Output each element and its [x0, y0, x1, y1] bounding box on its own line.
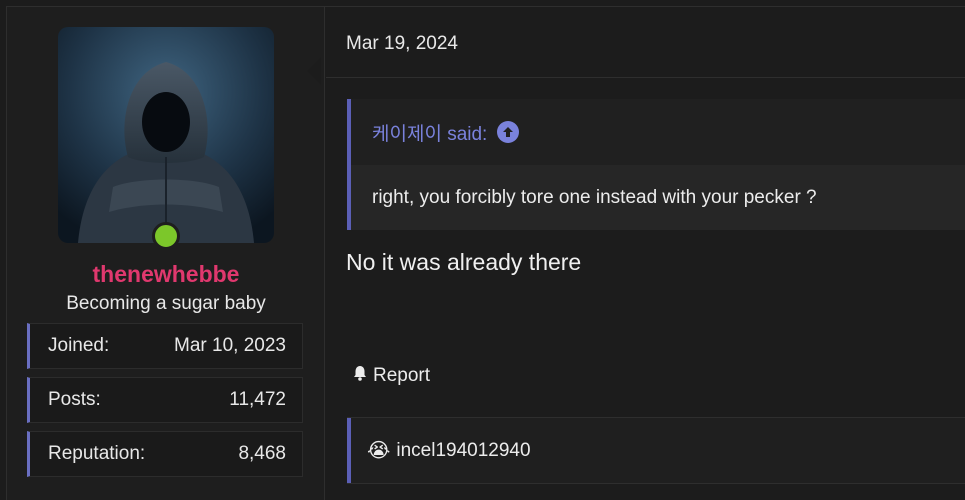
post-arrow — [307, 57, 321, 85]
post-date[interactable]: Mar 19, 2024 — [346, 33, 458, 55]
online-status-indicator — [152, 222, 180, 250]
arrow-up-circle-icon[interactable] — [497, 121, 520, 143]
stat-joined: Joined: Mar 10, 2023 — [27, 323, 303, 369]
report-label: Report — [373, 365, 431, 386]
quote-block: 케이제이 said: right, you forcibly tore one … — [347, 99, 965, 230]
forum-post: thenewhebbe Becoming a sugar baby Joined… — [6, 6, 965, 500]
hooded-figure-image — [58, 27, 274, 243]
bell-icon — [351, 364, 369, 388]
divider — [347, 483, 965, 484]
quote-author[interactable]: 케이제이 said: — [372, 119, 487, 146]
user-sidebar: thenewhebbe Becoming a sugar baby Joined… — [7, 7, 325, 500]
stat-reputation: Reputation: 8,468 — [27, 431, 303, 477]
report-button[interactable]: Report — [351, 364, 430, 388]
stat-value: Mar 10, 2023 — [174, 335, 286, 356]
reaction-users[interactable]: incel194012940 — [396, 440, 530, 462]
stat-posts: Posts: 11,472 — [27, 377, 303, 423]
quote-header[interactable]: 케이제이 said: — [351, 99, 965, 165]
quote-text: right, you forcibly tore one instead wit… — [351, 165, 965, 230]
stat-label: Reputation: — [48, 443, 146, 464]
stat-value: 8,468 — [238, 443, 286, 464]
post-content: Mar 19, 2024 케이제이 said: right, you forci… — [326, 7, 965, 500]
stat-label: Posts: — [48, 389, 101, 410]
stat-value: 11,472 — [229, 389, 286, 410]
user-title: Becoming a sugar baby — [66, 293, 266, 314]
stat-label: Joined: — [48, 335, 110, 356]
divider — [326, 77, 965, 78]
post-message: No it was already there — [346, 249, 582, 275]
avatar[interactable] — [58, 27, 274, 243]
reactions-bar[interactable]: 😭 incel194012940 — [347, 418, 965, 483]
username[interactable]: thenewhebbe — [7, 261, 325, 288]
crying-face-emoji-icon: 😭 — [367, 440, 391, 462]
